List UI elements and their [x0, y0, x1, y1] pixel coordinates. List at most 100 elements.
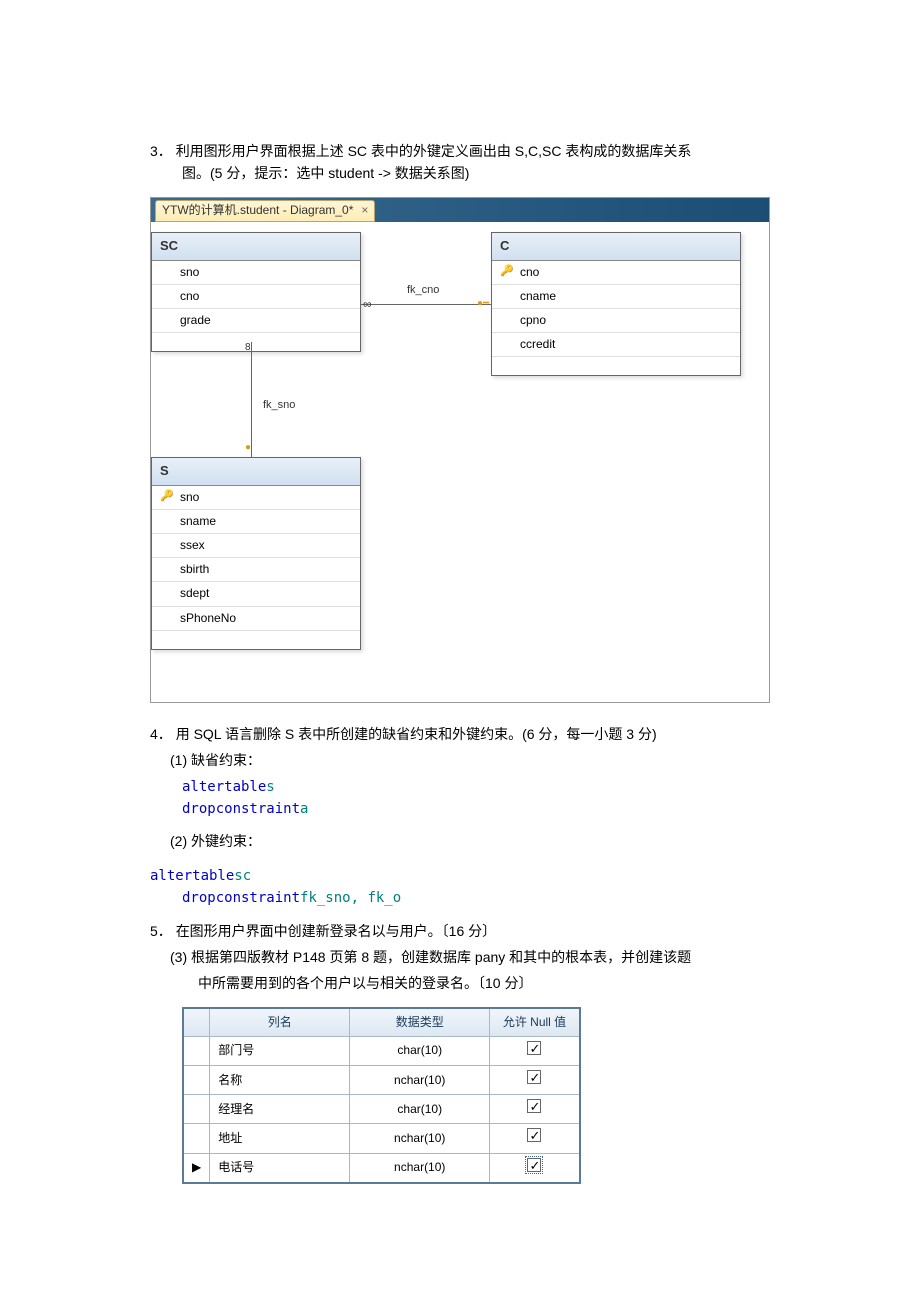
q5-sub3: (3) 根据第四版教材 P148 页第 8 题，创建数据库 pany 和其中的根…	[170, 946, 770, 968]
cell-type[interactable]: nchar(10)	[350, 1066, 490, 1095]
tab-bar: YTW的计算机.student - Diagram_0* ×	[151, 198, 769, 222]
connector-sno	[251, 342, 252, 457]
sql-identifier: sc	[234, 868, 251, 884]
sql-keyword: dropconstraint	[182, 890, 300, 906]
header-data-type: 数据类型	[350, 1008, 490, 1037]
sql-identifier: a	[300, 801, 308, 817]
sql-identifier: s	[266, 779, 274, 795]
checkbox-icon[interactable]	[527, 1070, 541, 1084]
sql-identifier: fk_sno, fk_o	[300, 890, 401, 906]
fk-label-cno: fk_cno	[407, 282, 439, 300]
table-s[interactable]: S 🔑sno sname ssex sbirth sdept sPhoneNo	[151, 457, 361, 650]
row-indicator	[183, 1036, 210, 1065]
tab-diagram[interactable]: YTW的计算机.student - Diagram_0* ×	[155, 200, 375, 222]
table-row[interactable]: 名称 nchar(10)	[183, 1066, 580, 1095]
table-row[interactable]: ssex	[152, 534, 360, 558]
table-row[interactable]: sno	[152, 261, 360, 285]
key-end-icon: ●	[245, 440, 251, 456]
cell-null[interactable]	[490, 1036, 580, 1065]
question-3: 3． 利用图形用户界面根据上述 SC 表中的外键定义画出由 S,C,SC 表构成…	[150, 140, 770, 185]
checkbox-icon[interactable]	[527, 1099, 541, 1113]
table-sc[interactable]: SC sno cno grade	[151, 232, 361, 352]
checkbox-icon[interactable]	[527, 1041, 541, 1055]
cell-type[interactable]: nchar(10)	[350, 1153, 490, 1183]
cell-type[interactable]: nchar(10)	[350, 1124, 490, 1153]
database-diagram: YTW的计算机.student - Diagram_0* × SC sno cn…	[150, 197, 770, 703]
q4-sub2: (2) 外键约束：	[170, 830, 770, 852]
q3-text: 利用图形用户界面根据上述 SC 表中的外键定义画出由 S,C,SC 表构成的数据…	[176, 143, 692, 159]
row-indicator	[183, 1066, 210, 1095]
row-indicator	[183, 1124, 210, 1153]
cell-type[interactable]: char(10)	[350, 1036, 490, 1065]
infinity-icon: 8	[245, 340, 251, 356]
table-blank-row	[152, 631, 360, 649]
q4-sub1: (1) 缺省约束：	[170, 749, 770, 771]
table-row[interactable]: ccredit	[492, 333, 740, 357]
cell-name[interactable]: 名称	[210, 1066, 350, 1095]
q5-text: 在图形用户界面中创建新登录名以与用户。〔16 分〕	[176, 923, 496, 939]
checkbox-icon[interactable]	[527, 1158, 541, 1172]
q4-number: 4．	[150, 726, 172, 742]
table-c-header: C	[492, 233, 740, 261]
table-row[interactable]: cno	[152, 285, 360, 309]
cell-null[interactable]	[490, 1066, 580, 1095]
table-body: 部门号 char(10) 名称 nchar(10) 经理名 char(10) 地…	[183, 1036, 580, 1182]
cell-type[interactable]: char(10)	[350, 1095, 490, 1124]
q5-sub3b: 中所需要用到的各个用户以与相关的登录名。〔10 分〕	[198, 972, 770, 994]
table-row[interactable]: 地址 nchar(10)	[183, 1124, 580, 1153]
row-indicator	[183, 1095, 210, 1124]
table-row[interactable]: sdept	[152, 582, 360, 606]
table-row[interactable]: sname	[152, 510, 360, 534]
columns-table[interactable]: 列名 数据类型 允许 Null 值 部门号 char(10) 名称 nchar(…	[182, 1007, 581, 1184]
code-line-drop: dropconstraintfk_sno, fk_o	[182, 887, 770, 909]
question-4: 4． 用 SQL 语言删除 S 表中所创建的缺省约束和外键约束。(6 分，每一小…	[150, 723, 770, 853]
table-blank-row	[152, 333, 360, 351]
table-row[interactable]: sPhoneNo	[152, 607, 360, 631]
q3-number: 3．	[150, 143, 172, 159]
tab-label: YTW的计算机.student - Diagram_0*	[162, 201, 353, 220]
cell-name[interactable]: 部门号	[210, 1036, 350, 1065]
key-icon: 🔑	[160, 488, 174, 506]
table-row[interactable]: cpno	[492, 309, 740, 333]
cell-null[interactable]	[490, 1124, 580, 1153]
infinity-icon: ∞	[363, 295, 372, 314]
table-designer: 列名 数据类型 允许 Null 值 部门号 char(10) 名称 nchar(…	[182, 1007, 770, 1184]
q5-number: 5．	[150, 923, 172, 939]
diagram-canvas[interactable]: SC sno cno grade C 🔑cno cname cpno ccred…	[151, 222, 769, 702]
table-row[interactable]: 经理名 char(10)	[183, 1095, 580, 1124]
q4-text: 用 SQL 语言删除 S 表中所创建的缺省约束和外键约束。(6 分，每一小题 3…	[176, 726, 657, 742]
cell-name[interactable]: 经理名	[210, 1095, 350, 1124]
sql-keyword: altertable	[182, 779, 266, 795]
checkbox-icon[interactable]	[527, 1128, 541, 1142]
table-row[interactable]: 🔑cno	[492, 261, 740, 285]
key-end-icon: ●━	[477, 296, 489, 312]
sql-keyword: altertable	[150, 868, 234, 884]
table-c[interactable]: C 🔑cno cname cpno ccredit	[491, 232, 741, 377]
table-row[interactable]: 部门号 char(10)	[183, 1036, 580, 1065]
table-row[interactable]: ▶ 电话号 nchar(10)	[183, 1153, 580, 1183]
table-row[interactable]: grade	[152, 309, 360, 333]
connector-cno	[361, 304, 491, 305]
header-row-indicator	[183, 1008, 210, 1037]
row-indicator: ▶	[183, 1153, 210, 1183]
cell-null[interactable]	[490, 1153, 580, 1183]
question-5: 5． 在图形用户界面中创建新登录名以与用户。〔16 分〕 (3) 根据第四版教材…	[150, 920, 770, 995]
sql-keyword: dropconstraint	[182, 801, 300, 817]
q3-text-line2: 图。(5 分，提示：选中 student -> 数据关系图)	[182, 162, 770, 184]
table-s-header: S	[152, 458, 360, 486]
table-row[interactable]: 🔑sno	[152, 486, 360, 510]
cell-null[interactable]	[490, 1095, 580, 1124]
cell-name[interactable]: 电话号	[210, 1153, 350, 1183]
fk-label-sno: fk_sno	[263, 397, 295, 415]
header-column-name: 列名	[210, 1008, 350, 1037]
cell-name[interactable]: 地址	[210, 1124, 350, 1153]
table-sc-header: SC	[152, 233, 360, 261]
table-header-row: 列名 数据类型 允许 Null 值	[183, 1008, 580, 1037]
key-icon: 🔑	[500, 263, 514, 281]
table-row[interactable]: cname	[492, 285, 740, 309]
row-pointer-icon: ▶	[192, 1160, 201, 1174]
table-blank-row	[492, 357, 740, 375]
code-block-1: altertables dropconstrainta	[182, 776, 770, 821]
table-row[interactable]: sbirth	[152, 558, 360, 582]
close-icon[interactable]: ×	[361, 201, 368, 220]
